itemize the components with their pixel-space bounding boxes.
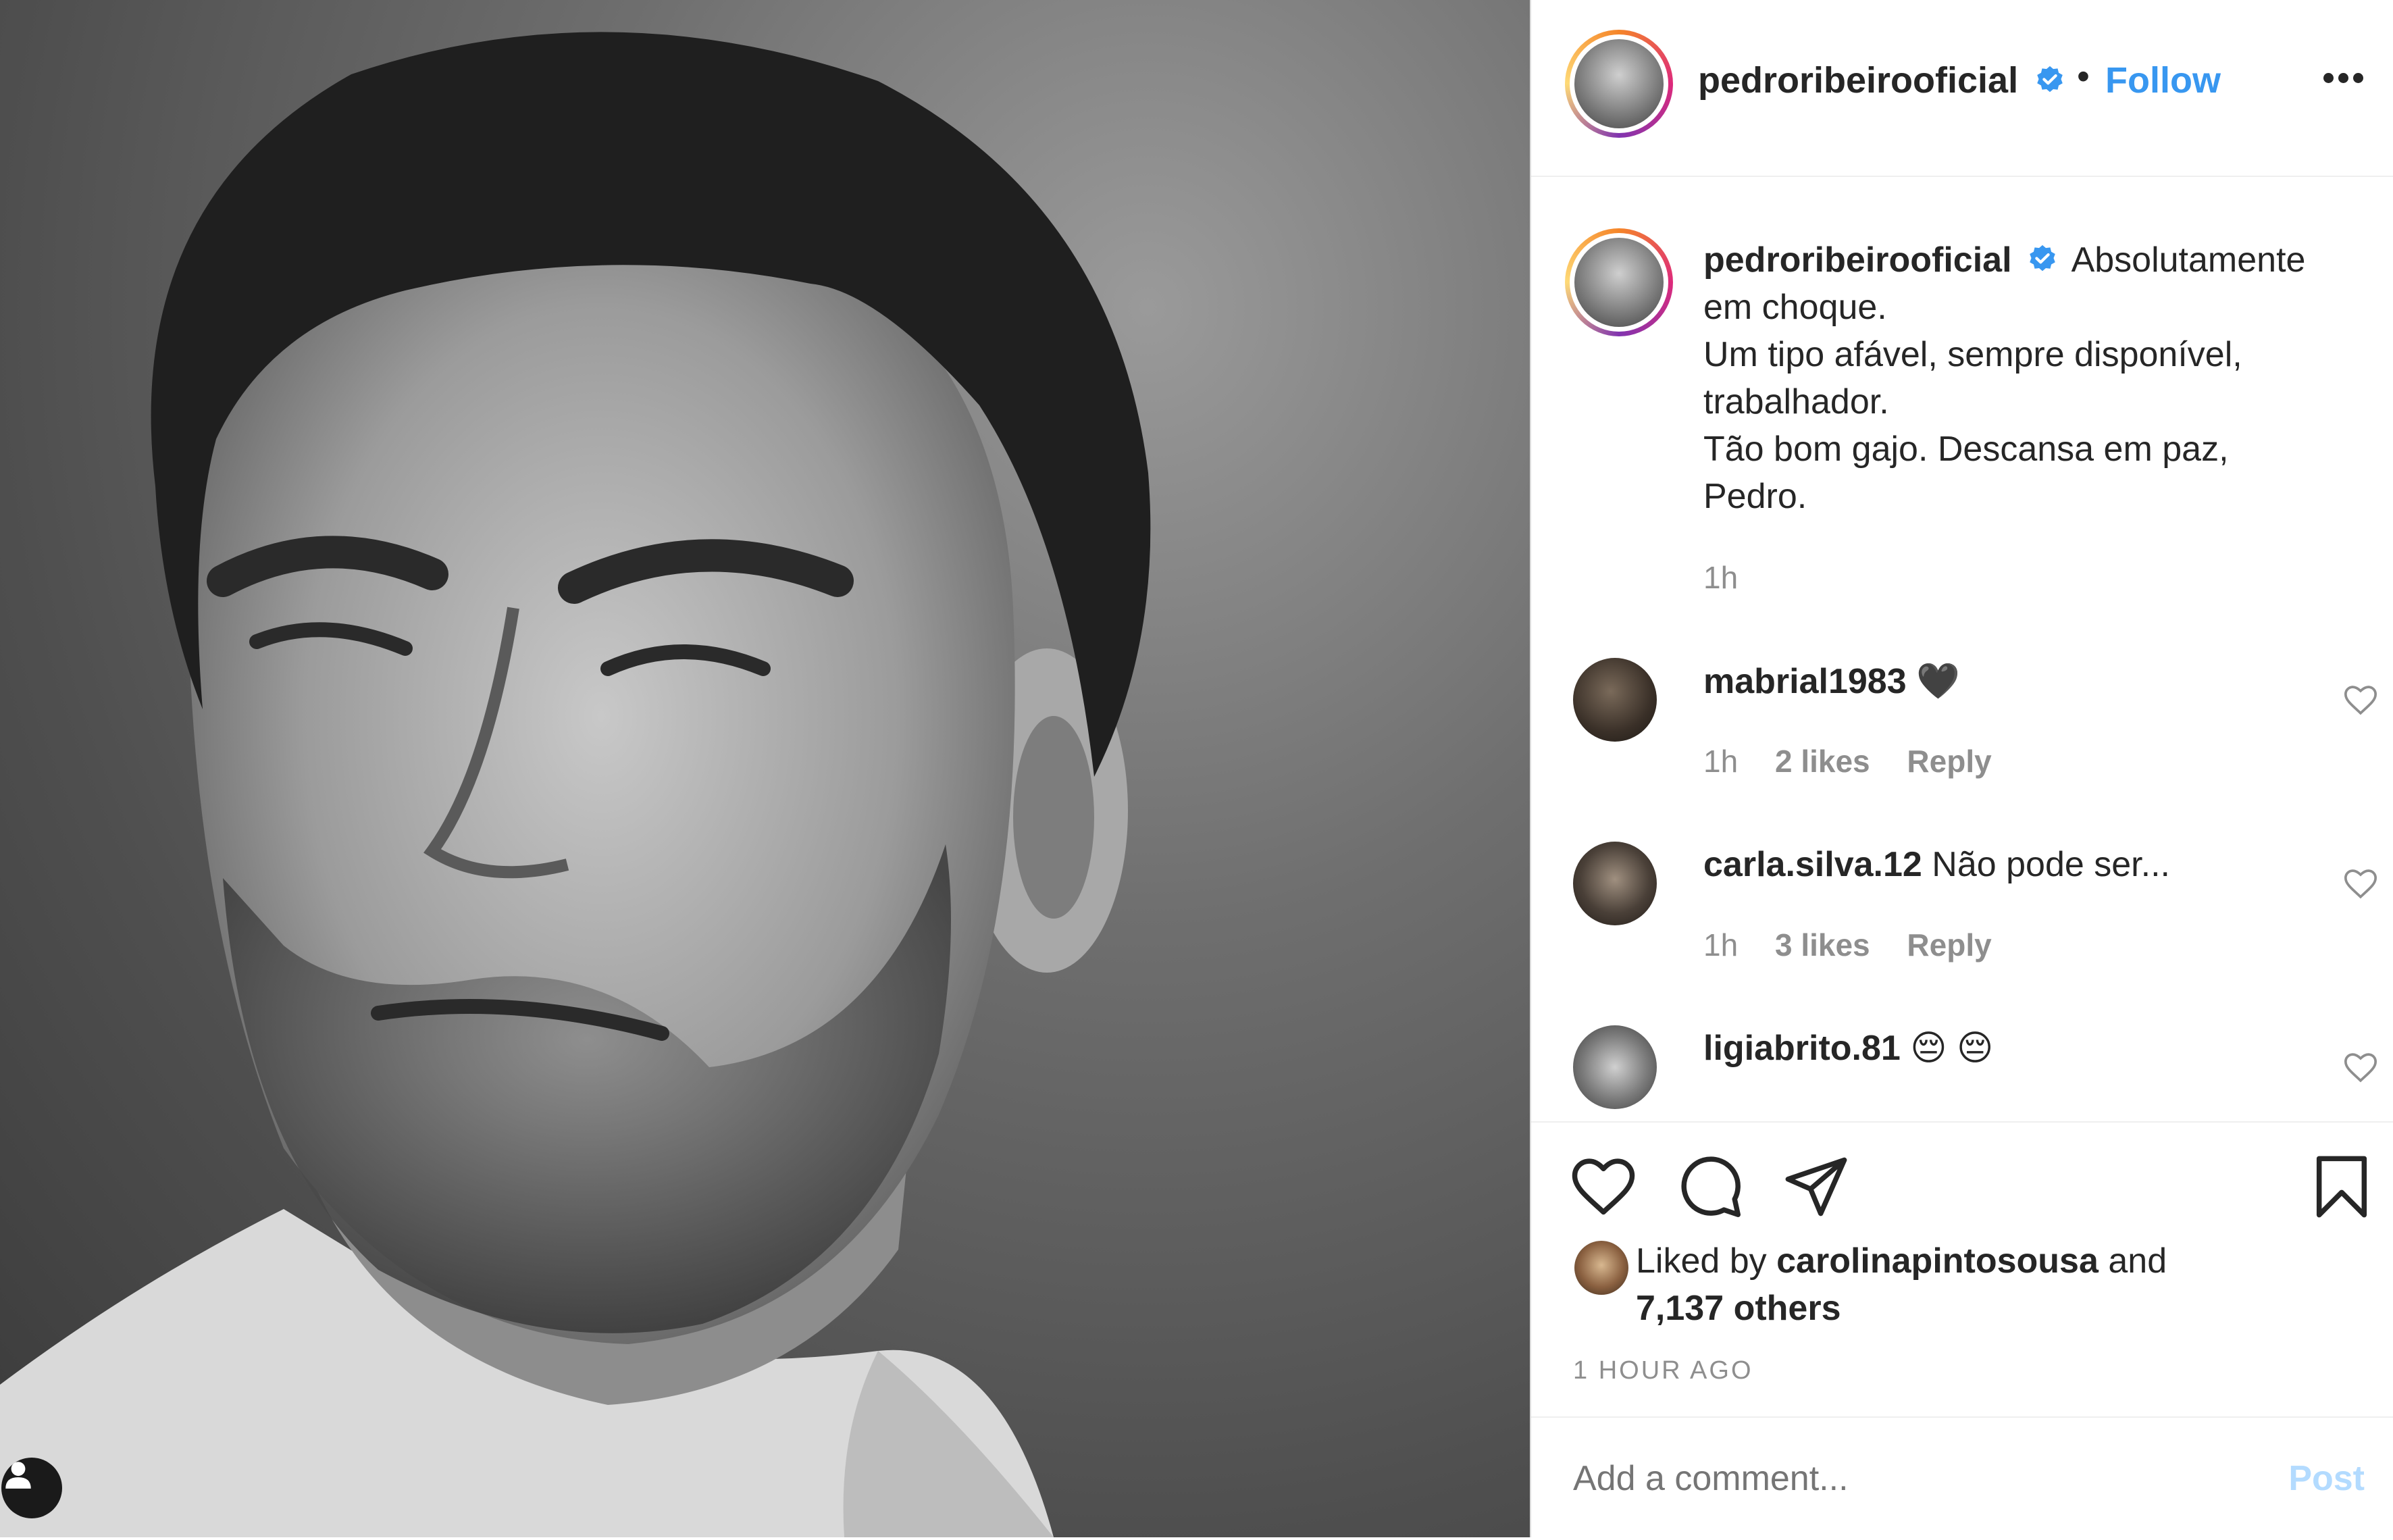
tagged-users-button[interactable] — [1, 1458, 62, 1518]
comment-text: 😔 😔 — [1910, 1029, 1994, 1068]
comment-body: carla.silva.12 Não pode ser... — [1703, 844, 2170, 885]
user-icon — [5, 1462, 31, 1489]
author-avatar[interactable] — [1565, 30, 1673, 138]
comment-text: 🖤 — [1916, 662, 1960, 701]
comment-reply-button[interactable]: Reply — [1907, 927, 1991, 962]
likes-and: and — [2108, 1241, 2167, 1281]
comment-username[interactable]: mabrial1983 — [1703, 662, 1907, 701]
liker-avatar[interactable] — [1574, 1241, 1628, 1295]
share-icon[interactable] — [1782, 1153, 1850, 1221]
likes-summary: Liked by carolinapintosousa and 7,137 ot… — [1636, 1237, 2167, 1332]
comment-icon[interactable] — [1676, 1153, 1744, 1221]
comment-meta: 1h 3 likes Reply — [1703, 927, 1992, 963]
caption-line: trabalhador. — [1703, 382, 1889, 421]
comment-body: ligiabrito.81 😔 😔 — [1703, 1028, 1993, 1069]
caption: pedroribeirooficial Absolutamente em cho… — [1703, 236, 2352, 601]
comment-likes[interactable]: 2 likes — [1775, 744, 1870, 779]
caption-author-avatar[interactable] — [1565, 228, 1673, 336]
comment-body: mabrial1983 🖤 — [1703, 661, 1960, 702]
like-comment-icon[interactable] — [2342, 681, 2379, 719]
post-timestamp[interactable]: 1 HOUR AGO — [1573, 1356, 1753, 1385]
header-separator: • — [2077, 56, 2090, 97]
likes-others-link[interactable]: 7,137 others — [1636, 1289, 1841, 1328]
liked-by-user[interactable]: carolinapintosousa — [1776, 1241, 2099, 1281]
comment-input[interactable] — [1573, 1458, 2248, 1499]
caption-line: Pedro. — [1703, 477, 1807, 516]
caption-line: Um tipo afável, sempre disponível, — [1703, 335, 2242, 374]
comment-item: ligiabrito.81 😔 😔 — [1531, 1016, 2393, 1121]
comment-item: mabrial1983 🖤 1h 2 likes Reply — [1531, 648, 2393, 817]
caption-line: em choque. — [1703, 288, 1887, 327]
likes-prefix: Liked by — [1636, 1241, 1767, 1281]
caption-time: 1h — [1703, 560, 1739, 595]
like-comment-icon[interactable] — [2342, 1048, 2379, 1086]
commenter-avatar[interactable] — [1573, 658, 1657, 742]
comment-time: 1h — [1703, 927, 1739, 962]
more-options-icon[interactable] — [2323, 73, 2364, 84]
author-username[interactable]: pedroribeirooficial — [1698, 59, 2018, 101]
caption-username[interactable]: pedroribeirooficial — [1703, 240, 2012, 280]
post-comment-button[interactable]: Post — [2288, 1458, 2365, 1499]
post-actions: Liked by carolinapintosousa and 7,137 ot… — [1531, 1121, 2393, 1539]
comment-meta: 1h 2 likes Reply — [1703, 743, 1992, 779]
verified-badge-icon — [2030, 245, 2055, 272]
comment-item: carla.silva.12 Não pode ser... 1h 3 like… — [1531, 832, 2393, 1001]
commenter-avatar[interactable] — [1573, 1025, 1657, 1109]
comment-username[interactable]: carla.silva.12 — [1703, 845, 1922, 884]
follow-button[interactable]: Follow — [2105, 59, 2221, 101]
comment-text: Não pode ser... — [1932, 845, 2170, 884]
add-comment-bar: Post — [1531, 1416, 2393, 1540]
comment-likes[interactable]: 3 likes — [1775, 927, 1870, 962]
post-header: pedroribeirooficial • Follow — [1531, 0, 2393, 177]
verified-badge-icon — [2037, 66, 2063, 93]
comment-username[interactable]: ligiabrito.81 — [1703, 1029, 1901, 1068]
comment-reply-button[interactable]: Reply — [1907, 744, 1991, 779]
comments-list[interactable]: pedroribeirooficial Absolutamente em cho… — [1531, 176, 2393, 1121]
caption-line: Absolutamente — [2071, 240, 2306, 280]
like-heart-icon[interactable] — [1570, 1153, 1637, 1221]
comment-time: 1h — [1703, 744, 1739, 779]
like-comment-icon[interactable] — [2342, 865, 2379, 902]
commenter-avatar[interactable] — [1573, 842, 1657, 925]
portrait-illustration — [0, 32, 1151, 1537]
post-photo[interactable] — [0, 0, 1530, 1537]
save-bookmark-icon[interactable] — [2308, 1153, 2375, 1221]
post-details-panel: pedroribeirooficial • Follow pedroribeir… — [1530, 0, 2393, 1537]
caption-line: Tão bom gajo. Descansa em paz, — [1703, 430, 2229, 469]
